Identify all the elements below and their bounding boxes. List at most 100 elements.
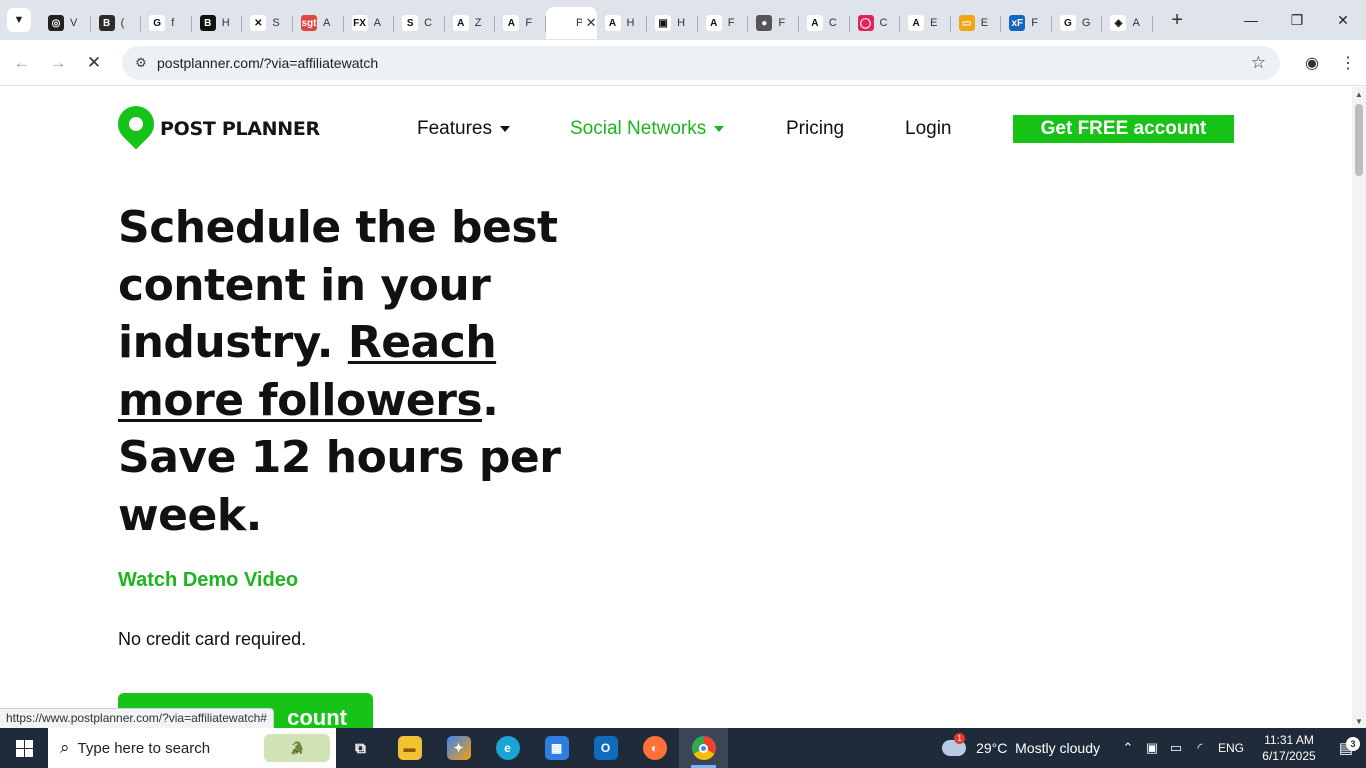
- scroll-down-arrow-icon[interactable]: ▼: [1355, 717, 1363, 726]
- new-tab-button[interactable]: +: [1165, 9, 1189, 32]
- browser-tab[interactable]: xF F: [1001, 7, 1052, 39]
- browser-tab[interactable]: AC: [799, 7, 850, 39]
- wifi-icon[interactable]: ◜: [1188, 740, 1212, 756]
- tab-title: G: [1081, 17, 1091, 29]
- close-tab-icon[interactable]: ✕: [586, 15, 597, 31]
- forward-button[interactable]: →: [40, 45, 76, 81]
- create-account-label: count: [287, 705, 347, 728]
- task-view-button[interactable]: ⧉: [336, 728, 385, 768]
- get-free-account-button[interactable]: Get FREE account: [1013, 115, 1234, 143]
- browser-tab[interactable]: SC: [394, 7, 445, 39]
- tab-title: S: [272, 17, 280, 29]
- tab-title: C: [879, 17, 888, 29]
- menu-kebab-icon[interactable]: ⋮: [1330, 45, 1366, 81]
- nav-features[interactable]: Features: [417, 118, 510, 140]
- link-status-bubble: https://www.postplanner.com/?via=affilia…: [0, 708, 274, 728]
- outlook-icon: O: [593, 736, 618, 760]
- browser-tab[interactable]: AF: [698, 7, 749, 39]
- close-window-button[interactable]: ✕: [1320, 0, 1366, 40]
- start-button[interactable]: [0, 728, 48, 768]
- battery-icon[interactable]: ▭: [1164, 740, 1188, 756]
- address-bar[interactable]: ⚙ postplanner.com/?via=affiliatewatch ☆: [122, 46, 1280, 80]
- tab-title: (: [120, 17, 125, 29]
- tab-search-button[interactable]: ▼: [7, 8, 31, 32]
- profile-photo-icon: ●: [756, 15, 773, 31]
- store-icon: ▦: [544, 736, 569, 760]
- site-info-icon[interactable]: ⚙: [126, 55, 156, 71]
- nav-social-networks[interactable]: Social Networks: [570, 118, 725, 140]
- store-button[interactable]: ▦: [532, 728, 581, 768]
- file-explorer-button[interactable]: ▬: [385, 728, 434, 768]
- tab-title: C: [424, 17, 433, 29]
- edge-button[interactable]: e: [483, 728, 532, 768]
- show-hidden-icons-chevron-icon[interactable]: ⌃: [1116, 740, 1140, 756]
- caret-down-icon: [714, 125, 725, 132]
- browser-tab[interactable]: ◎ V: [40, 7, 91, 39]
- a-icon: A: [705, 15, 722, 31]
- browser-tab[interactable]: ◯ C: [850, 7, 901, 39]
- browser-tab[interactable]: ✕ S: [242, 7, 293, 39]
- taskbar-search[interactable]: ⌕ Type here to search 🐊: [48, 728, 336, 768]
- firefox-button[interactable]: ◐: [630, 728, 679, 768]
- google-icon: G: [1059, 15, 1076, 31]
- minimize-button[interactable]: —: [1228, 0, 1274, 40]
- weather-widget[interactable]: 1 29°C Mostly cloudy: [942, 733, 1100, 756]
- bookmark-star-icon[interactable]: ☆: [1251, 53, 1266, 73]
- tab-strip: ▼ ◎ V B(Gf B H ✕ Ssgt A FX A S C A Z A F P ✕ A H ▣ H A F ● F A C ◯ C A…: [0, 0, 1366, 40]
- copilot-button[interactable]: ✦: [434, 728, 483, 768]
- notification-count: 3: [1346, 737, 1360, 751]
- browser-tab[interactable]: AH: [597, 7, 648, 39]
- browser-tab[interactable]: P ✕: [545, 7, 597, 39]
- browser-tab[interactable]: GG: [1052, 7, 1103, 39]
- nav-login[interactable]: Login: [905, 118, 952, 140]
- copilot-icon: ✦: [446, 736, 471, 760]
- browser-tab[interactable]: FX A: [344, 7, 395, 39]
- notification-center-button[interactable]: ▤ 3: [1326, 737, 1366, 757]
- browser-tab[interactable]: BH: [192, 7, 243, 39]
- watch-demo-link[interactable]: Watch Demo Video: [118, 569, 298, 592]
- browser-tab[interactable]: Gf: [141, 7, 192, 39]
- tab-title: A: [373, 17, 381, 29]
- cloud-weather-icon: 1: [942, 733, 967, 756]
- web-page: POST PLANNER Features Social Networks Pr…: [0, 87, 1352, 728]
- clock[interactable]: 11:31 AM 6/17/2025: [1252, 732, 1326, 764]
- browser-tab[interactable]: ◈ A: [1102, 7, 1153, 39]
- scroll-up-arrow-icon[interactable]: ▲: [1355, 90, 1363, 99]
- browser-tab[interactable]: AF: [495, 7, 546, 39]
- search-highlight-image[interactable]: 🐊: [264, 734, 330, 762]
- search-placeholder: Type here to search: [77, 739, 211, 757]
- browser-tab[interactable]: sgt A: [293, 7, 344, 39]
- tab-title: V: [70, 17, 78, 29]
- caret-down-icon: [499, 125, 510, 132]
- url-text[interactable]: postplanner.com/?via=affiliatewatch: [157, 55, 378, 71]
- input-language[interactable]: ENG: [1218, 741, 1244, 755]
- google-icon: G: [149, 15, 166, 31]
- stop-loading-button[interactable]: ✕: [76, 45, 112, 81]
- restore-button[interactable]: ❐: [1274, 0, 1320, 40]
- profile-icon[interactable]: ◉: [1294, 45, 1330, 81]
- outlook-button[interactable]: O: [581, 728, 630, 768]
- windows-taskbar: ⌕ Type here to search 🐊 ⧉ ▬ ✦ e ▦ O ◐ 1 …: [0, 728, 1366, 768]
- image-icon: ▣: [655, 15, 672, 31]
- weather-temperature: 29°C: [976, 740, 1008, 756]
- browser-tab[interactable]: ▣ H: [647, 7, 698, 39]
- chrome-button[interactable]: [679, 728, 728, 768]
- tab-title: H: [221, 17, 230, 29]
- nav-features-label: Features: [417, 118, 492, 139]
- folder-icon: ▬: [397, 736, 422, 760]
- browser-tab[interactable]: B(: [91, 7, 142, 39]
- browser-tab[interactable]: AZ: [445, 7, 496, 39]
- browser-tab[interactable]: ▭ E: [951, 7, 1002, 39]
- tab-title: F: [778, 17, 786, 29]
- nav-pricing[interactable]: Pricing: [786, 118, 844, 140]
- meet-now-icon[interactable]: ▣: [1140, 740, 1164, 756]
- tab-title: F: [727, 17, 735, 29]
- page-scrollbar[interactable]: ▲ ▼: [1352, 87, 1366, 728]
- browser-tab[interactable]: ● F: [748, 7, 799, 39]
- browser-tab[interactable]: AE: [900, 7, 951, 39]
- back-button[interactable]: ←: [4, 45, 40, 81]
- task-view-icon: ⧉: [355, 739, 366, 757]
- weather-condition: Mostly cloudy: [1015, 740, 1100, 756]
- tab-title: A: [322, 17, 331, 29]
- scroll-thumb[interactable]: [1355, 104, 1363, 176]
